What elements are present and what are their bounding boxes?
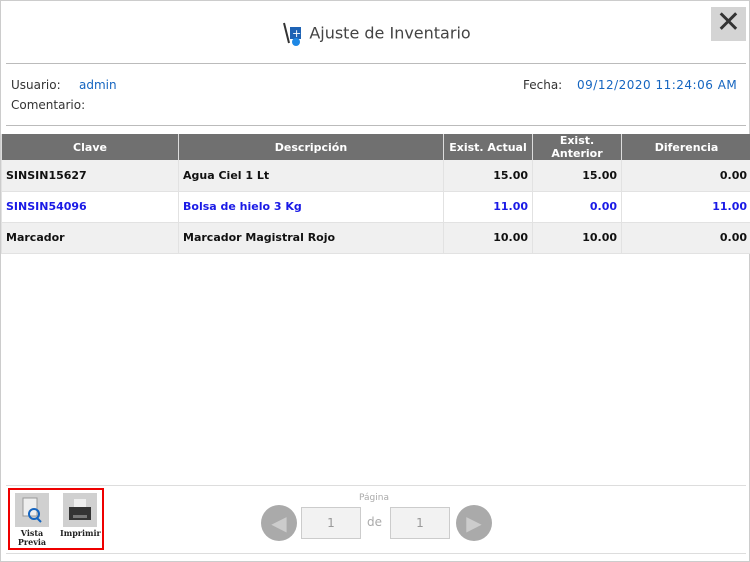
page-label: Página [359,493,389,503]
comentario-label: Comentario: [11,98,86,112]
current-page-input[interactable]: 1 [301,507,361,539]
next-page-button[interactable]: ▶ [456,505,492,541]
cell: 0.00 [621,222,750,254]
divider [6,485,746,486]
preview-button[interactable]: Vista Previa [12,493,52,547]
of-label: de [367,515,382,529]
usuario-label: Usuario: [11,78,61,92]
window-title: + Ajuste de Inventario [1,21,750,47]
cell: 10.00 [443,222,533,254]
fecha-label: Fecha: [523,78,563,92]
cell: 11.00 [621,191,750,223]
col-diferencia[interactable]: Diferencia [621,134,750,160]
col-descripcion[interactable]: Descripción [178,134,444,160]
divider [6,125,746,126]
col-exist-anterior[interactable]: Exist. Anterior [532,134,622,160]
cell: Bolsa de hielo 3 Kg [178,191,444,223]
cell: 10.00 [532,222,622,254]
col-exist-actual[interactable]: Exist. Actual [443,134,533,160]
close-button[interactable]: ✕ [711,7,746,41]
divider [6,63,746,64]
col-clave[interactable]: Clave [1,134,179,160]
toolbar: Vista Previa Imprimir [8,488,104,550]
cell: SINSIN54096 [1,191,179,223]
cell: 15.00 [532,160,622,192]
print-label: Imprimir [60,528,101,538]
cell: Marcador Magistral Rojo [178,222,444,254]
printer-icon [63,493,97,527]
title-text: Ajuste de Inventario [309,23,471,43]
print-button[interactable]: Imprimir [60,493,101,538]
fecha-value: 09/12/2020 11:24:06 AM [577,78,738,92]
cell: 15.00 [443,160,533,192]
cell: 0.00 [621,160,750,192]
cell: Agua Ciel 1 Lt [178,160,444,192]
inventory-table: Clave Descripción Exist. Actual Exist. A… [1,134,750,254]
preview-label: Vista Previa [17,528,47,547]
prev-page-button[interactable]: ◀ [261,505,297,541]
divider [6,553,746,554]
magnifier-icon [15,493,49,527]
cell: 11.00 [443,191,533,223]
table-row[interactable]: SINSIN54096 Bolsa de hielo 3 Kg 11.00 0.00 1… [1,191,750,223]
cell: SINSIN15627 [1,160,179,192]
table-row[interactable]: Marcador Marcador Magistral Rojo 10.00 10.0… [1,222,750,254]
usuario-value: admin [79,78,117,92]
table-row[interactable]: SINSIN15627 Agua Ciel 1 Lt 15.00 15.00 0.00 [1,160,750,192]
cell: 0.00 [532,191,622,223]
total-pages: 1 [390,507,450,539]
hand-truck-icon: + [281,21,305,47]
cell: Marcador [1,222,179,254]
